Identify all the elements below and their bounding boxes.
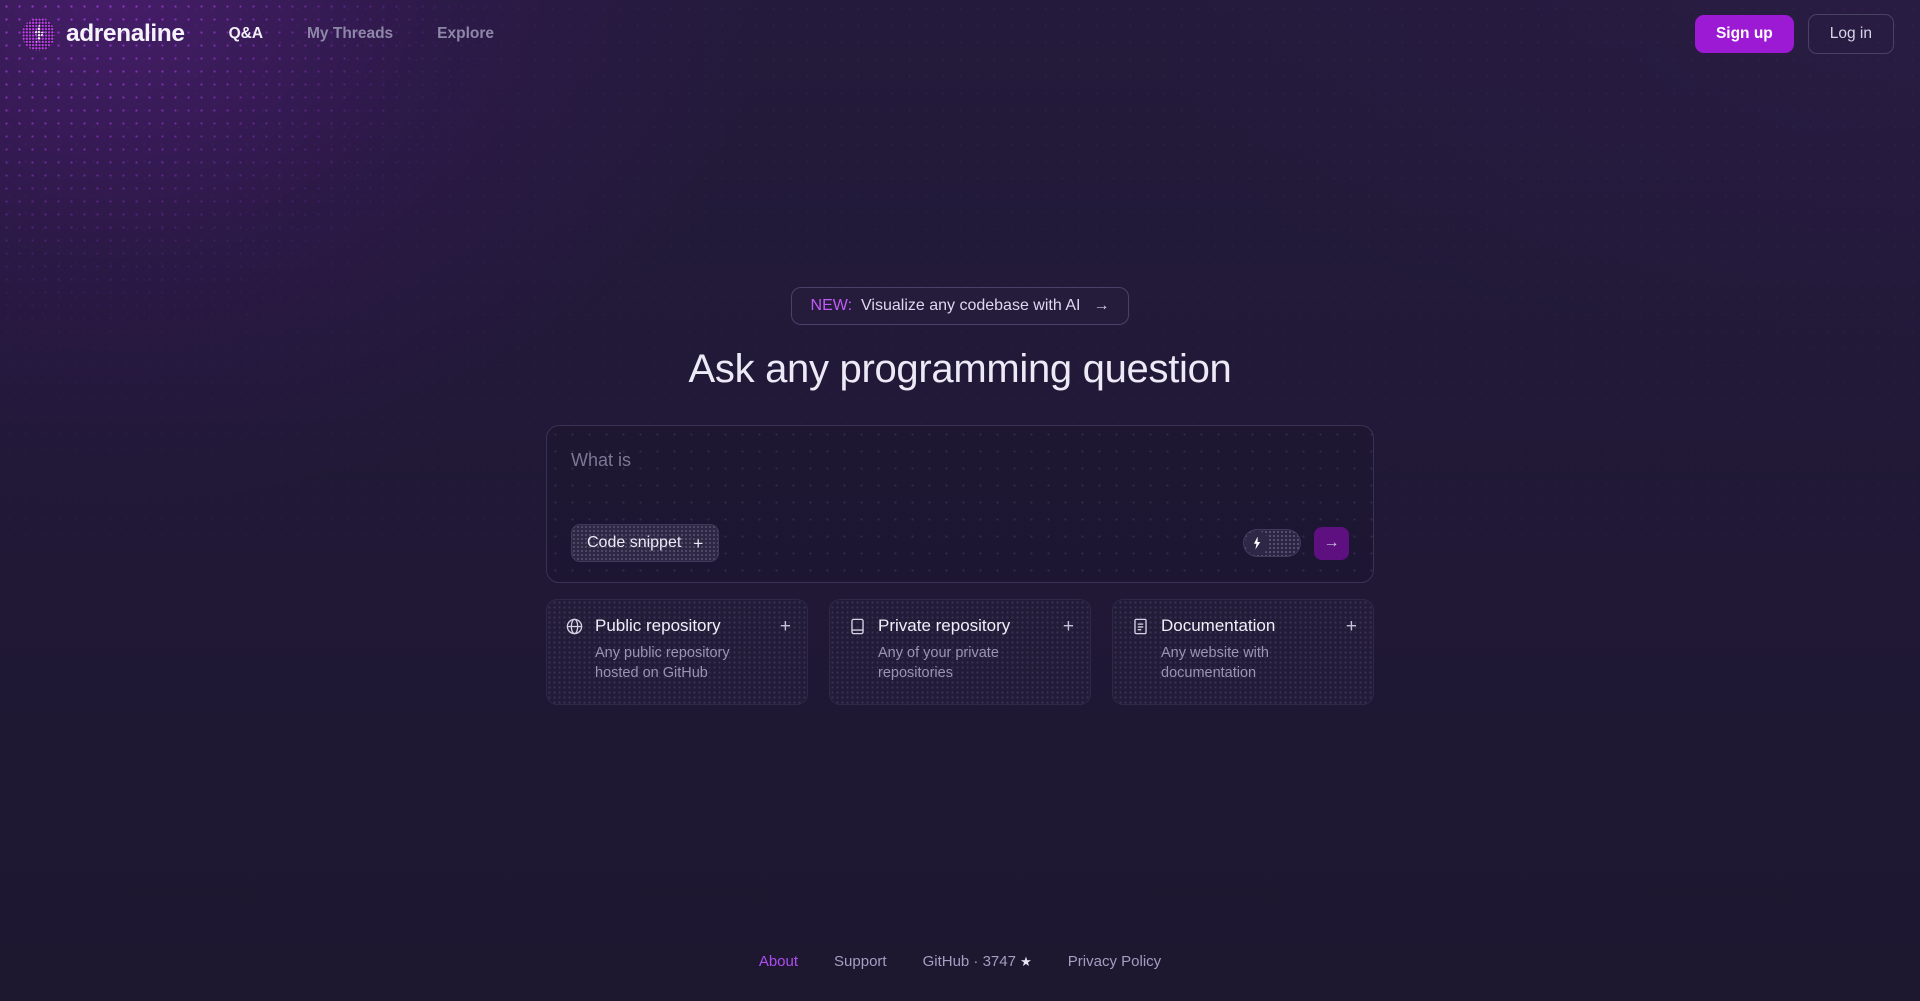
- card-title: Private repository: [878, 616, 1011, 635]
- book-lock-icon: [848, 617, 867, 636]
- footer-link-about[interactable]: About: [759, 953, 798, 970]
- main-content: NEW: Visualize any codebase with AI → As…: [0, 68, 1920, 705]
- card-header: Public repository +: [565, 616, 791, 636]
- footer-link-support[interactable]: Support: [834, 953, 887, 970]
- primary-nav: Q&A My Threads Explore: [229, 25, 494, 43]
- card-title: Public repository: [595, 616, 721, 635]
- lightning-bolt-icon: [1253, 536, 1261, 550]
- plus-icon: +: [1345, 615, 1357, 637]
- header-actions: Sign up Log in: [1694, 14, 1894, 54]
- toggle-knob: [1245, 531, 1269, 555]
- nav-item-qa[interactable]: Q&A: [229, 25, 263, 43]
- sign-up-button[interactable]: Sign up: [1694, 15, 1794, 53]
- footer: About Support GitHub · 3747 ★ Privacy Po…: [0, 953, 1920, 970]
- source-card-private-repository[interactable]: Private repository + Any of your private…: [829, 599, 1091, 705]
- plus-icon: +: [779, 615, 791, 637]
- arrow-right-icon: →: [1093, 297, 1110, 314]
- card-title: Documentation: [1161, 616, 1276, 635]
- page-title: Ask any programming question: [688, 347, 1232, 391]
- card-header: Documentation +: [1131, 616, 1357, 636]
- nav-item-explore[interactable]: Explore: [437, 25, 494, 43]
- card-description: Any website with documentation: [1161, 645, 1269, 681]
- brand-name: adrenaline: [66, 20, 185, 47]
- add-code-snippet-button[interactable]: Code snippet +: [571, 524, 720, 562]
- footer-github-label: GitHub · 3747: [922, 953, 1016, 970]
- card-header: Private repository +: [848, 616, 1074, 636]
- plus-icon: +: [693, 533, 704, 553]
- plus-icon: +: [1062, 615, 1074, 637]
- submit-question-button[interactable]: →: [1314, 526, 1349, 560]
- nav-item-my-threads[interactable]: My Threads: [307, 25, 393, 43]
- code-snippet-label: Code snippet: [587, 534, 682, 551]
- composer-toolbar: Code snippet + →: [571, 524, 1349, 562]
- announcement-tag: NEW:: [810, 297, 853, 314]
- page-root: adrenaline Q&A My Threads Explore Sign u…: [0, 0, 1920, 1001]
- composer-right-controls: →: [1243, 526, 1349, 560]
- source-cards: Public repository + Any public repositor…: [546, 599, 1374, 705]
- announcement-text: Visualize any codebase with AI: [861, 297, 1081, 314]
- log-in-button[interactable]: Log in: [1807, 14, 1894, 54]
- footer-link-privacy-policy[interactable]: Privacy Policy: [1068, 953, 1161, 970]
- source-card-documentation[interactable]: Documentation + Any website with documen…: [1112, 599, 1374, 705]
- top-navigation-bar: adrenaline Q&A My Threads Explore Sign u…: [0, 0, 1920, 68]
- star-icon: ★: [1020, 954, 1032, 969]
- source-card-public-repository[interactable]: Public repository + Any public repositor…: [546, 599, 808, 705]
- globe-icon: [565, 617, 584, 636]
- card-description: Any of your private repositories: [878, 645, 999, 681]
- fast-mode-toggle[interactable]: [1243, 529, 1301, 557]
- announcement-banner[interactable]: NEW: Visualize any codebase with AI →: [790, 287, 1130, 325]
- document-text-icon: [1131, 617, 1150, 636]
- question-composer: Code snippet + →: [546, 425, 1374, 583]
- footer-link-github[interactable]: GitHub · 3747 ★: [923, 953, 1032, 970]
- dotted-sphere-bolt-icon: [22, 17, 55, 51]
- question-input[interactable]: [571, 450, 1349, 471]
- card-description: Any public repository hosted on GitHub: [595, 645, 730, 681]
- brand-logo-link[interactable]: adrenaline: [22, 17, 185, 51]
